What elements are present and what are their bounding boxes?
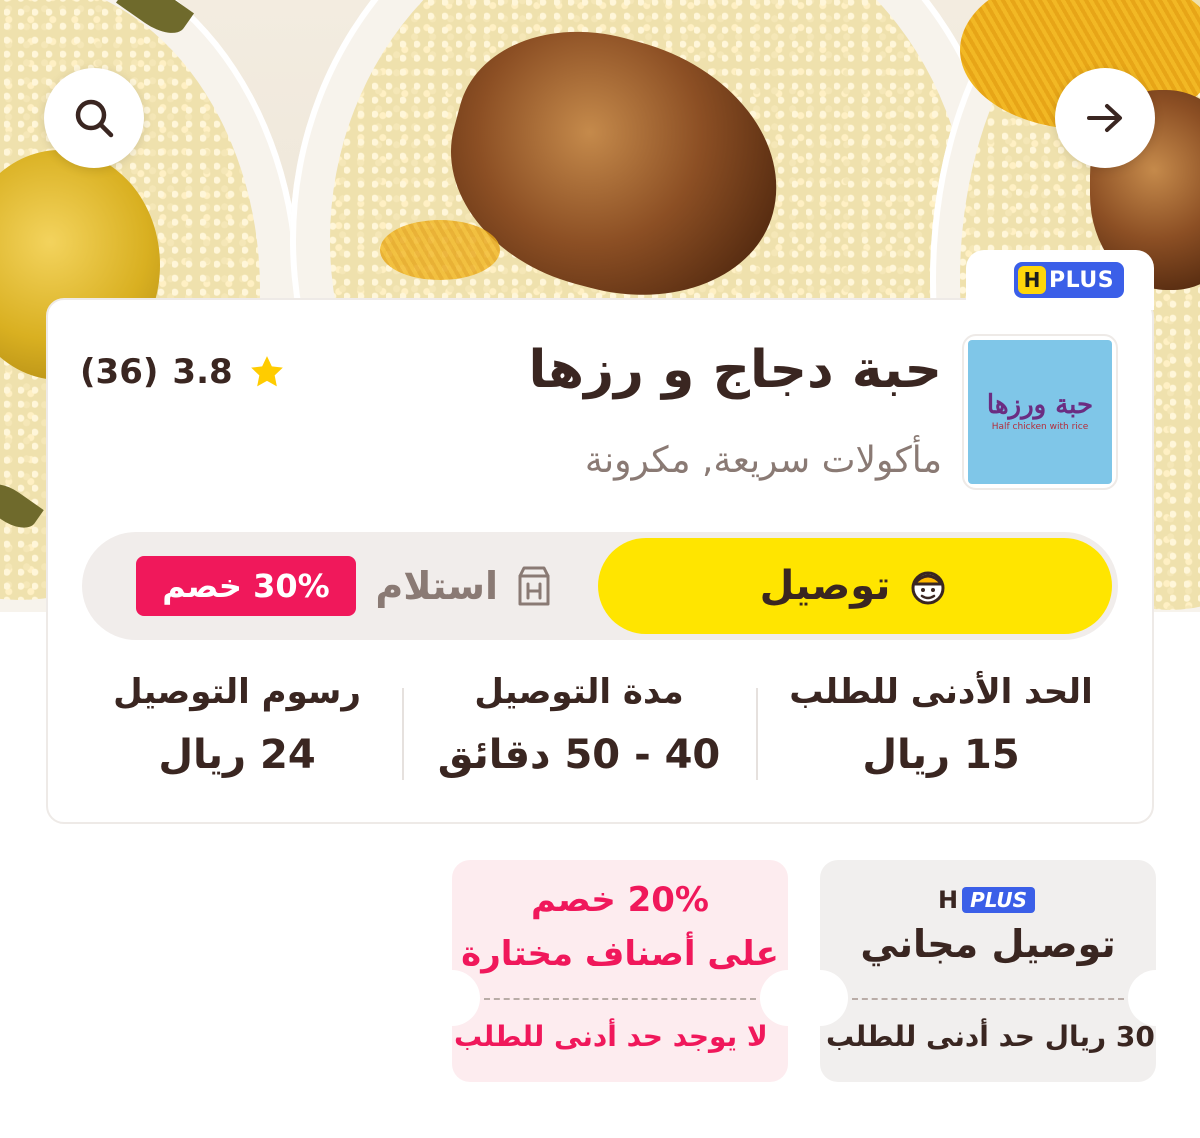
search-button[interactable] (44, 68, 144, 168)
delivery-time-stat: مدة التوصيل 40 - 50 دقائق (414, 672, 744, 778)
restaurant-logo: حبة ورزها Half chicken with rice (962, 334, 1118, 490)
delivery-driver-icon (911, 571, 945, 605)
delivery-fee-label: رسوم التوصيل (113, 672, 361, 712)
stat-divider (402, 688, 404, 780)
coupon-notch (424, 970, 480, 1026)
min-order-label: الحد الأدنى للطلب (789, 672, 1093, 712)
coupon-notch (792, 970, 848, 1026)
restaurant-name: حبة دجاج و رزها (528, 340, 943, 400)
offer-discount-title: 20% خصم (531, 880, 709, 920)
offer-title: توصيل مجاني (860, 922, 1116, 966)
offer-hplus-plus: PLUS (962, 887, 1036, 913)
rating[interactable]: (36) 3.8 (80, 352, 287, 392)
offer-hplus-badge: H PLUS (938, 886, 1036, 914)
delivery-label: توصيل (759, 563, 891, 609)
rating-value: 3.8 (172, 352, 233, 392)
delivery-fee-value: 24 ريال (158, 732, 316, 778)
offer-condition: 30 ريال حد أدنى للطلب (826, 1020, 1155, 1053)
pickup-discount-badge: 30% خصم (136, 556, 356, 616)
coupon-dash (484, 998, 756, 1000)
delivery-time-value: 40 - 50 دقائق (437, 732, 721, 778)
min-order-value: 15 ريال (862, 732, 1020, 778)
pickup-label: استلام (375, 564, 498, 608)
arrow-right-icon (1087, 104, 1122, 132)
hplus-plus: PLUS (1049, 267, 1115, 293)
stat-divider (756, 688, 758, 780)
offer-hplus-h: H (938, 886, 959, 914)
coupon-dash (852, 998, 1124, 1000)
coupon-notch (1128, 970, 1184, 1026)
hplus-badge: H PLUS (1014, 262, 1125, 298)
min-order-stat: الحد الأدنى للطلب 15 ريال (776, 672, 1106, 778)
hplus-h: H (1018, 266, 1046, 294)
pickup-bag-icon (518, 566, 550, 606)
offer-card-discount[interactable]: 20% خصم على أصناف مختارة لا يوجد حد أدنى… (452, 860, 788, 1082)
rating-count: (36) (80, 352, 159, 392)
delivery-fee-stat: رسوم التوصيل 24 ريال (72, 672, 402, 778)
back-button[interactable] (1055, 68, 1155, 168)
search-icon (75, 99, 114, 138)
restaurant-cuisines: مأكولات سريعة, مكرونة (584, 440, 942, 481)
logo-text: حبة ورزها (986, 390, 1094, 420)
offer-discount-subtitle: على أصناف مختارة (461, 934, 779, 974)
logo-subtext: Half chicken with rice (991, 422, 1089, 432)
delivery-time-label: مدة التوصيل (474, 672, 684, 712)
delivery-tab[interactable]: توصيل (598, 538, 1112, 634)
offer-discount-condition: لا يوجد حد أدنى للطلب (454, 1020, 768, 1053)
offer-card-free-delivery[interactable]: H PLUS توصيل مجاني 30 ريال حد أدنى للطلب (820, 860, 1156, 1082)
star-icon (250, 356, 283, 387)
